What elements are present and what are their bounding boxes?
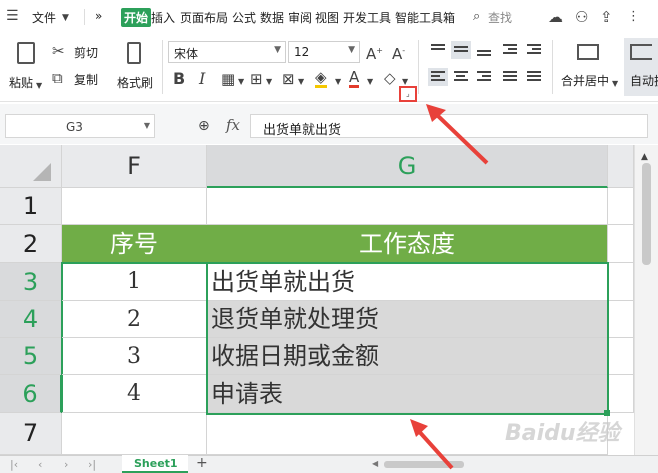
arrow-to-selection	[410, 419, 454, 470]
annotation-arrows	[410, 104, 489, 470]
arrow-to-launcher	[426, 104, 489, 165]
